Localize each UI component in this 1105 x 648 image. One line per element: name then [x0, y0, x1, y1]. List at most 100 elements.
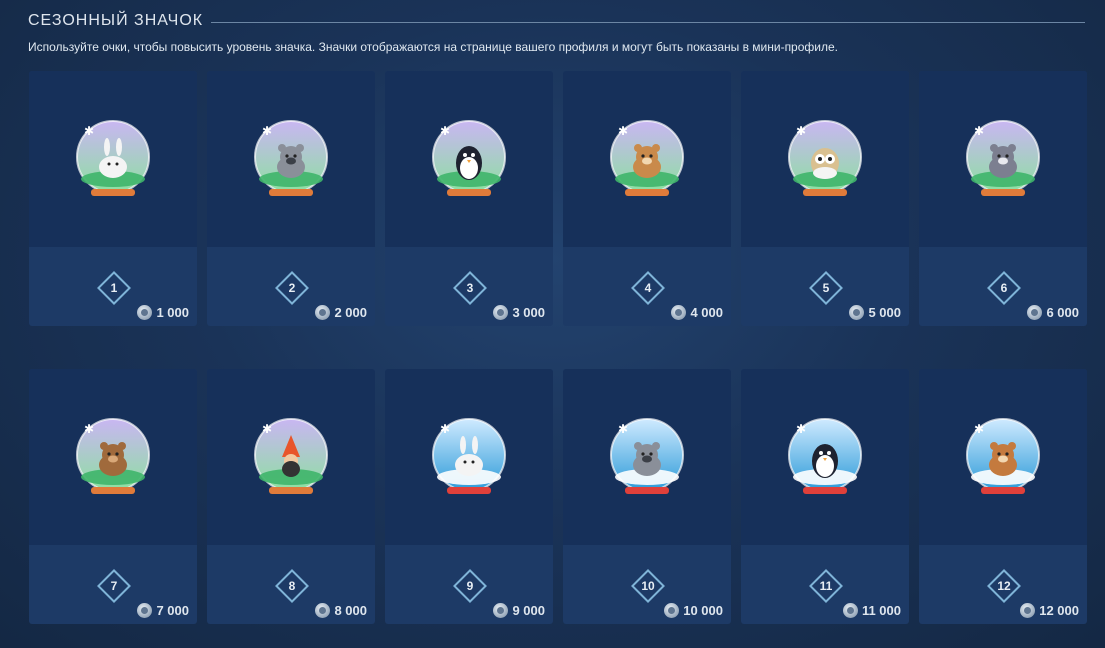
level-indicator: 4: [631, 271, 665, 305]
owl-snow-globe-icon: ✱: [786, 119, 864, 199]
points-coin-icon: [137, 602, 153, 618]
points-coin-icon: [842, 602, 858, 618]
point-cost-value: 11 000: [861, 602, 901, 618]
level-indicator: 8: [275, 569, 309, 603]
points-coin-icon: [1027, 304, 1043, 320]
point-cost: 6 000: [1027, 304, 1079, 320]
point-cost: 10 000: [664, 602, 723, 618]
penguin-snow-globe-icon: ✱: [786, 417, 864, 497]
points-coin-icon: [493, 602, 509, 618]
level-indicator: 11: [809, 569, 843, 603]
svg-text:✱: ✱: [618, 124, 628, 138]
point-cost-value: 6 000: [1046, 304, 1079, 320]
point-cost-value: 1 000: [156, 304, 189, 320]
point-cost-value: 7 000: [156, 602, 189, 618]
level-number: 2: [288, 281, 296, 295]
svg-text:✱: ✱: [796, 422, 806, 436]
points-coin-icon: [315, 304, 331, 320]
point-cost: 8 000: [315, 602, 367, 618]
svg-text:✱: ✱: [84, 422, 94, 436]
level-number: 4: [644, 281, 652, 295]
level-number: 1: [110, 281, 118, 295]
point-cost-value: 9 000: [512, 602, 545, 618]
point-cost-value: 4 000: [690, 304, 723, 320]
level-indicator: 10: [631, 569, 665, 603]
point-cost: 1 000: [137, 304, 189, 320]
point-cost-value: 3 000: [512, 304, 545, 320]
points-coin-icon: [671, 304, 687, 320]
bear-snow-globe-icon: ✱: [74, 417, 152, 497]
points-coin-icon: [1020, 602, 1036, 618]
fawn-snow-globe-icon: ✱: [608, 119, 686, 199]
header: СЕЗОННЫЙ ЗНАЧОК Используйте очки, чтобы …: [28, 10, 1085, 54]
level-number: 12: [997, 579, 1011, 593]
deer-snow-globe-icon: ✱: [964, 417, 1042, 497]
point-cost: 3 000: [493, 304, 545, 320]
point-cost-value: 8 000: [334, 602, 367, 618]
badge-card-level-6[interactable]: ✱ 6 6 000: [919, 71, 1087, 326]
svg-text:✱: ✱: [974, 124, 984, 138]
svg-text:✱: ✱: [84, 124, 94, 138]
gnome-snow-globe-icon: ✱: [252, 417, 330, 497]
level-number: 5: [822, 281, 830, 295]
point-cost-value: 10 000: [683, 602, 723, 618]
points-coin-icon: [315, 602, 331, 618]
svg-text:✱: ✱: [440, 124, 450, 138]
svg-text:✱: ✱: [796, 124, 806, 138]
svg-text:✱: ✱: [618, 422, 628, 436]
level-number: 8: [288, 579, 296, 593]
svg-text:✱: ✱: [262, 124, 272, 138]
level-number: 11: [819, 579, 833, 593]
level-indicator: 2: [275, 271, 309, 305]
badge-card-level-9[interactable]: ✱ 9 9 000: [385, 369, 553, 624]
badge-card-level-1[interactable]: ✱ 1 1 000: [29, 71, 197, 326]
badge-card-level-12[interactable]: ✱ 12 12 000: [919, 369, 1087, 624]
level-number: 10: [641, 579, 655, 593]
point-cost-value: 12 000: [1039, 602, 1079, 618]
point-cost: 5 000: [849, 304, 901, 320]
point-cost: 9 000: [493, 602, 545, 618]
badge-card-level-4[interactable]: ✱ 4 4 000: [563, 71, 731, 326]
badge-card-level-11[interactable]: ✱ 11 11 000: [741, 369, 909, 624]
rabbit-snow-globe-icon: ✱: [74, 119, 152, 199]
badge-card-level-10[interactable]: ✱ 10 10 000: [563, 369, 731, 624]
level-indicator: 12: [987, 569, 1021, 603]
points-coin-icon: [849, 304, 865, 320]
badge-card-level-7[interactable]: ✱ 7 7 000: [29, 369, 197, 624]
point-cost: 12 000: [1020, 602, 1079, 618]
rabbit-snow-globe-icon: ✱: [430, 417, 508, 497]
level-number: 9: [466, 579, 474, 593]
points-coin-icon: [664, 602, 680, 618]
level-number: 6: [1000, 281, 1008, 295]
svg-text:✱: ✱: [974, 422, 984, 436]
section-title: СЕЗОННЫЙ ЗНАЧОК: [28, 12, 204, 29]
level-number: 7: [110, 579, 118, 593]
point-cost: 4 000: [671, 304, 723, 320]
level-indicator: 3: [453, 271, 487, 305]
point-cost: 7 000: [137, 602, 189, 618]
section-description: Используйте очки, чтобы повысить уровень…: [28, 40, 838, 54]
level-indicator: 9: [453, 569, 487, 603]
badge-card-level-2[interactable]: ✱ 2 2 000: [207, 71, 375, 326]
raccoon-snow-globe-icon: ✱: [252, 119, 330, 199]
badge-card-level-8[interactable]: ✱ 8 8 000: [207, 369, 375, 624]
points-coin-icon: [493, 304, 509, 320]
point-cost: 11 000: [842, 602, 901, 618]
level-indicator: 6: [987, 271, 1021, 305]
penguin-snow-globe-icon: ✱: [430, 119, 508, 199]
level-indicator: 1: [97, 271, 131, 305]
badge-card-level-3[interactable]: ✱ 3 3 000: [385, 71, 553, 326]
point-cost-value: 2 000: [334, 304, 367, 320]
level-indicator: 5: [809, 271, 843, 305]
level-number: 3: [466, 281, 474, 295]
badge-card-level-5[interactable]: ✱ 5 5 000: [741, 71, 909, 326]
svg-text:✱: ✱: [440, 422, 450, 436]
wolf-snow-globe-icon: ✱: [964, 119, 1042, 199]
raccoon-snow-globe-icon: ✱: [608, 417, 686, 497]
point-cost-value: 5 000: [868, 304, 901, 320]
point-cost: 2 000: [315, 304, 367, 320]
points-coin-icon: [137, 304, 153, 320]
level-indicator: 7: [97, 569, 131, 603]
title-divider: [211, 21, 1085, 23]
svg-text:✱: ✱: [262, 422, 272, 436]
